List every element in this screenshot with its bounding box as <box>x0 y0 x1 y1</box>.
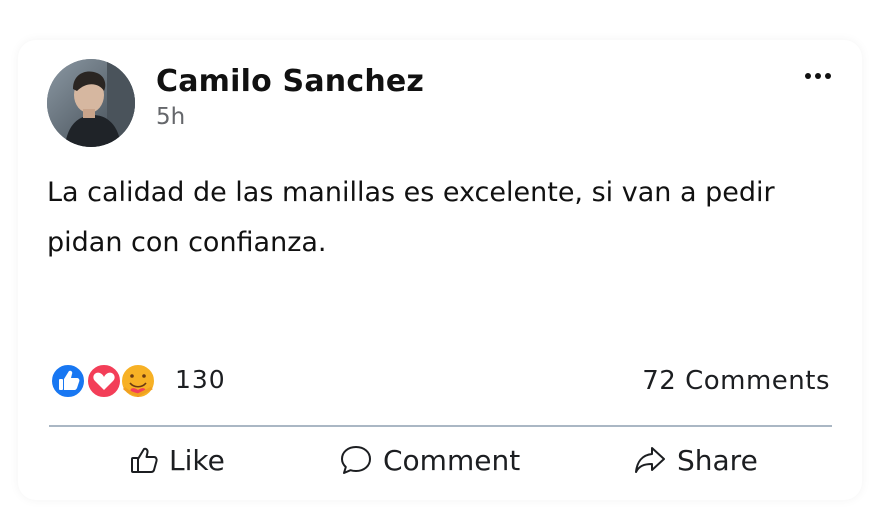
comment-icon <box>341 446 371 474</box>
avatar[interactable] <box>47 59 135 147</box>
like-label: Like <box>169 443 225 477</box>
share-label: Share <box>677 443 758 477</box>
like-icon <box>50 363 86 399</box>
comment-label: Comment <box>383 443 521 477</box>
divider <box>49 425 832 427</box>
post-card: Camilo Sanchez 5h La calidad de las mani… <box>18 40 862 500</box>
share-icon <box>635 447 665 473</box>
post-text: La calidad de las manillas es excelente,… <box>47 177 775 258</box>
author-name[interactable]: Camilo Sanchez <box>156 64 424 99</box>
more-options-icon[interactable] <box>802 68 834 84</box>
action-bar: Like Comment Share <box>49 435 832 485</box>
post-timestamp[interactable]: 5h <box>156 104 185 130</box>
share-button[interactable]: Share <box>633 435 758 485</box>
care-icon <box>120 363 156 399</box>
like-button[interactable]: Like <box>129 435 225 485</box>
profile-photo <box>47 59 135 147</box>
comments-count-link[interactable]: 72 Comments <box>642 366 830 396</box>
thumbs-up-icon <box>131 447 158 473</box>
reaction-icons[interactable] <box>48 362 160 400</box>
reaction-count[interactable]: 130 <box>175 365 226 394</box>
love-icon <box>86 363 122 399</box>
comment-button[interactable]: Comment <box>339 435 520 485</box>
